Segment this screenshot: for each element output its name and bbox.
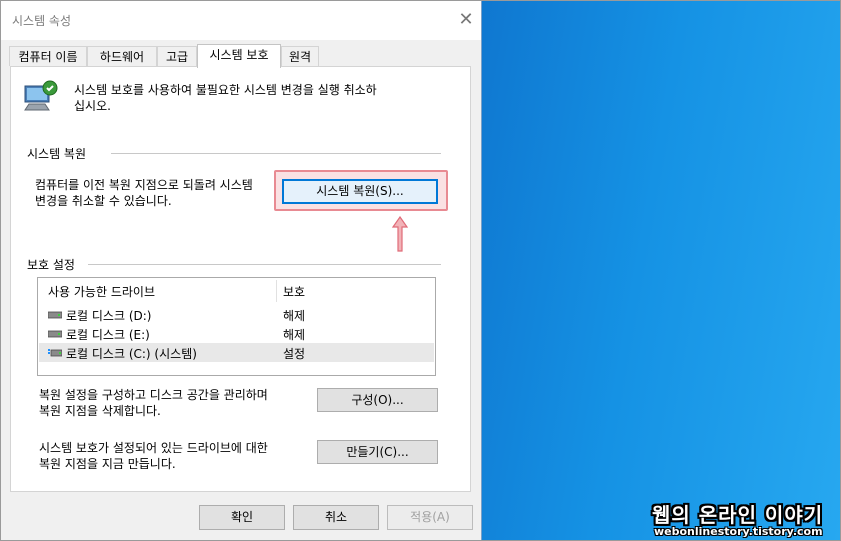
tab-system-protection[interactable]: 시스템 보호	[197, 44, 281, 68]
image-border	[0, 0, 841, 541]
